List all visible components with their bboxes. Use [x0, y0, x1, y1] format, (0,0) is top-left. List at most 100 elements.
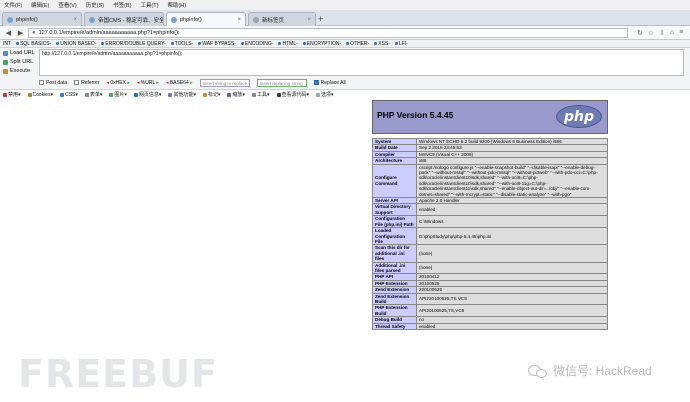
wechat-icon — [528, 363, 550, 379]
phpinfo-table: System Windows NT ECHO 6.2 build 9200 (Wi… — [372, 137, 608, 331]
phpinfo-value: enabled — [416, 322, 608, 331]
replace-string-input[interactable]: Insert string to replace — [199, 79, 250, 87]
hackbar-error-double-query[interactable]: ERROR/DOUBLE QUERY- — [101, 41, 166, 47]
page-icon — [89, 16, 95, 23]
toolbar-images[interactable]: 图片▾ — [109, 91, 127, 98]
dot-icon — [101, 42, 105, 45]
hackbar-union-based[interactable]: UNION BASED- — [56, 41, 96, 47]
menu-file[interactable]: 文件(F) — [4, 1, 22, 9]
referrer-checkbox[interactable]: Referrer — [74, 80, 99, 86]
phpinfo-key: Thread Safety — [372, 322, 417, 331]
hackbar-encoding[interactable]: ENCODING- — [240, 41, 273, 47]
new-tab-button[interactable]: + — [318, 14, 323, 24]
hackread-watermark: 微信号: HackRead — [528, 362, 652, 379]
phpinfo-key: Additional .ini files parsed — [372, 261, 417, 275]
plus-icon: ▸ — [156, 80, 159, 86]
download-icon[interactable]: ⇩ — [659, 29, 665, 37]
toolbar-outline[interactable]: 标记▾ — [202, 91, 220, 98]
dot-icon — [240, 42, 244, 45]
toolbar-css[interactable]: CSS▾ — [60, 92, 78, 98]
plus-icon: ▸ — [190, 80, 193, 86]
load-url-button[interactable]: Load URL — [3, 50, 37, 56]
toolbar-cookies[interactable]: Cookies▾ — [27, 92, 53, 98]
hackbar-xss[interactable]: XSS- — [374, 41, 390, 47]
menu-view[interactable]: 查看(V) — [58, 1, 76, 9]
back-icon[interactable]: ◀ — [4, 29, 13, 37]
close-icon[interactable]: × — [237, 17, 241, 23]
phpinfo-panel: PHP Version 5.4.45 php System Windows NT … — [372, 100, 608, 402]
phpinfo-key: Loaded Configuration File — [372, 227, 417, 246]
toolbar-tools[interactable]: 工具▾ — [251, 91, 270, 98]
phpinfo-value: (none) — [416, 261, 608, 275]
tab-phpinfo-1[interactable]: phpinfo() × — [2, 12, 82, 26]
tab-label: phpinfo() — [16, 16, 38, 23]
hackread-text: 微信号: HackRead — [553, 364, 652, 378]
hackbar-lfi[interactable]: LFI- — [394, 41, 408, 47]
reload-icon[interactable]: ↻ — [637, 29, 643, 37]
hackbar-waf-bypass[interactable]: WAF BYPASS- — [198, 41, 236, 47]
replace-all-checkbox[interactable]: Replace All — [313, 80, 346, 86]
address-bar[interactable]: ● 127.0.0.1/empire/e/admin/aaaaaaaaaaa.p… — [28, 27, 628, 38]
hackbar-sql-basics[interactable]: SQL BASICS- — [16, 41, 51, 47]
toolbar-forms[interactable]: 表单▾ — [84, 91, 102, 98]
url-encode-button[interactable]: ◂ %URL ▸ — [137, 80, 159, 86]
execute-button[interactable]: Execute — [3, 68, 37, 74]
replacing-string-input[interactable]: Insert replacing string — [256, 79, 307, 87]
phpinfo-row: Scan this dir for additional .ini files(… — [372, 244, 608, 263]
menu-history[interactable]: 历史(S) — [86, 1, 104, 9]
phpinfo-value: API20100525,TS,VC9 — [416, 304, 608, 318]
menu-icon[interactable]: ≡ — [679, 29, 683, 37]
close-icon[interactable]: × — [73, 17, 77, 23]
menu-tools[interactable]: 工具(T) — [140, 1, 158, 9]
hackbar-tools[interactable]: TOOLS- — [170, 41, 193, 47]
hackbar-encryption[interactable]: ENCRYPTION- — [302, 41, 341, 47]
split-url-button[interactable]: Split URL — [3, 59, 37, 65]
home-icon[interactable]: ⌂ — [670, 29, 674, 37]
hackbar-url-textarea[interactable]: http://127.0.0.1/empire/e/admin/aaaaaaaa… — [39, 49, 684, 76]
toolbar-view-source[interactable]: 查看源代码▾ — [276, 91, 309, 98]
dot-icon — [16, 42, 20, 45]
phpinfo-row: Thread Safety enabled — [372, 322, 608, 331]
globe-icon: ● — [32, 29, 36, 36]
web-developer-toolbar: 禁用▾ Cookies▾ CSS▾ 表单▾ 图片▾ 网页信息▾ 其他功能▾ 标记… — [0, 90, 690, 99]
hackbar-menu: INT SQL BASICS- UNION BASED- ERROR/DOUBL… — [0, 40, 690, 48]
phpinfo-row: Configure Command cscript /nologo configu… — [372, 163, 608, 199]
tab-phpinfo-active[interactable]: phpinfo() × — [166, 12, 246, 26]
phpinfo-key: Zend Extension Build — [372, 292, 417, 306]
bookmark-star-icon[interactable]: ☆ — [648, 29, 654, 37]
phpinfo-key: PHP Extension Build — [372, 304, 417, 318]
tab-label: 新标签页 — [262, 17, 285, 24]
hex-button[interactable]: ◂ 0xHEX ▸ — [106, 80, 129, 86]
toolbar-options[interactable]: 选项▾ — [316, 91, 334, 98]
close-icon[interactable]: × — [307, 17, 311, 23]
base64-button[interactable]: ◂ BASE64 ▸ — [166, 80, 193, 86]
phpinfo-value: enabled — [416, 203, 608, 217]
dot-icon — [346, 42, 350, 45]
dot-icon — [374, 42, 378, 45]
dot-icon — [278, 42, 282, 45]
phpinfo-row: Loaded Configuration File D:\phpStudy\php… — [372, 227, 608, 246]
hackbar-int[interactable]: INT — [3, 41, 11, 47]
menu-help[interactable]: 帮助(H) — [167, 1, 186, 9]
menu-edit[interactable]: 编辑(E) — [31, 1, 49, 9]
load-icon — [3, 50, 8, 56]
options-icon — [316, 92, 321, 97]
phpinfo-value: (none) — [416, 244, 608, 263]
tab-empirecms[interactable]: 帝国CMS - 稳定可靠、安全... × — [84, 12, 164, 26]
form-icon — [84, 92, 89, 97]
phpinfo-row: Virtual Directory Support enabled — [372, 203, 608, 217]
hackbar-html[interactable]: HTML- — [278, 41, 298, 47]
phpinfo-value: D:\phpStudy\php\php-5.4.45\php.ini — [416, 227, 608, 246]
toolbar-page-info[interactable]: 网页信息▾ — [133, 91, 161, 98]
page-icon — [171, 16, 177, 23]
forward-icon[interactable]: ▶ — [16, 29, 25, 37]
hackbar-other[interactable]: OTHER- — [346, 41, 369, 47]
tab-new[interactable]: 新标签页 × — [248, 12, 316, 26]
php-version-title: PHP Version 5.4.45 — [377, 110, 454, 120]
post-data-checkbox[interactable]: Post data — [39, 80, 67, 86]
freebuf-watermark: FREEBUF — [18, 352, 218, 396]
menu-bookmarks[interactable]: 书签(B) — [113, 1, 131, 9]
toolbar-misc[interactable]: 其他功能▾ — [168, 91, 196, 98]
toolbar-disable[interactable]: 禁用▾ — [3, 91, 21, 98]
toolbar-resize[interactable]: 缩放▾ — [227, 91, 245, 98]
